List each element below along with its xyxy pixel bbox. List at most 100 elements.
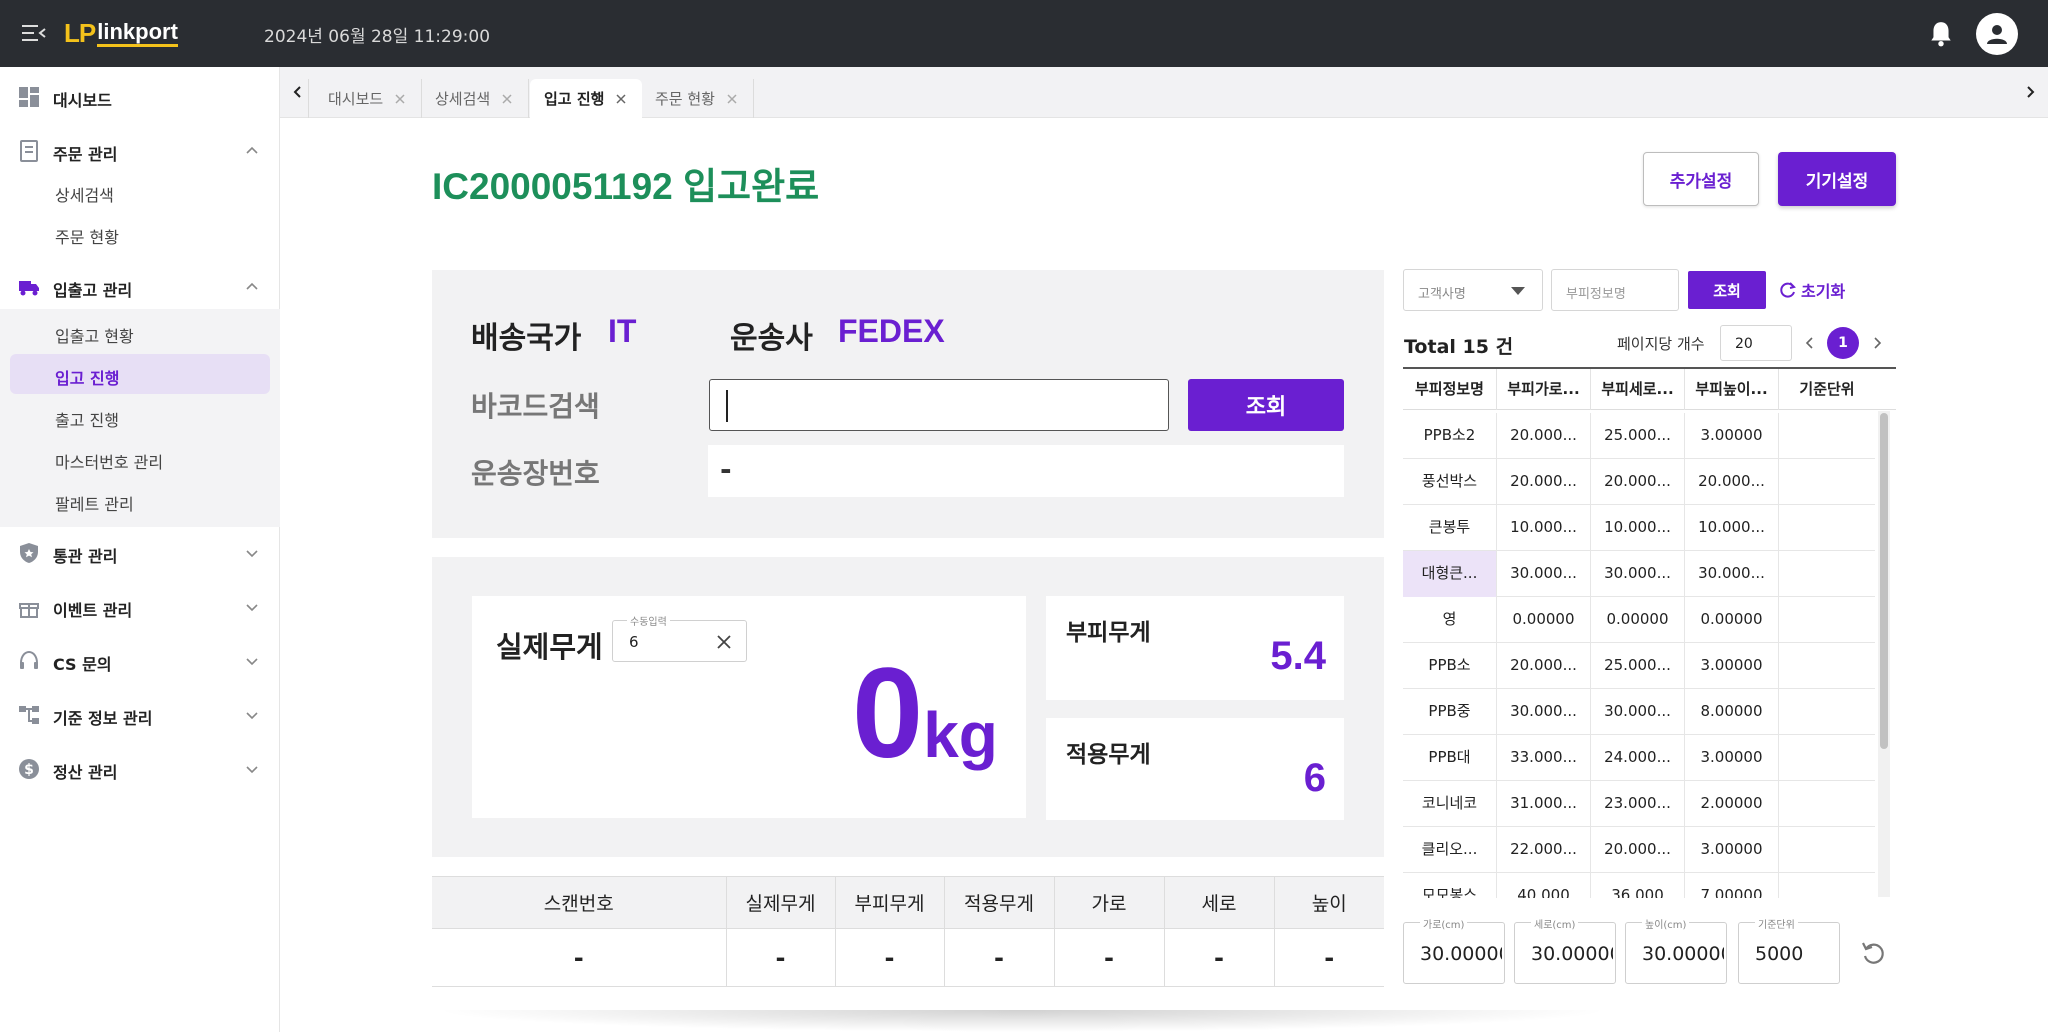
scan-table: 스캔번호 실제무게 부피무게 적용무게 가로 세로 높이 - - - - - -… — [432, 876, 1384, 987]
table-row[interactable]: 대형큰... 30.000... 30.000... 30.000... — [1403, 551, 1875, 597]
grid-cell — [1779, 735, 1875, 781]
base-unit-input[interactable]: 기준단위 5000 — [1738, 916, 1840, 984]
reset-button[interactable]: 초기화 — [1779, 278, 1845, 302]
chevron-down-icon — [246, 550, 258, 558]
sidebar-group-base-info[interactable]: 기준 정보 관리 — [0, 693, 280, 737]
tab-scroll-right-icon[interactable] — [2020, 82, 2040, 102]
table-row: - - - - - - - — [432, 928, 1384, 987]
col-volume-height[interactable]: 부피높이... — [1685, 369, 1779, 410]
dashboard-icon — [19, 87, 39, 107]
volume-weight-value: 5.4 — [1270, 634, 1326, 678]
table-row[interactable]: 모모봉스 40.000 36.000 7.00000 — [1403, 873, 1875, 898]
table-row[interactable]: PPB소 20.000... 25.000... 3.00000 — [1403, 643, 1875, 689]
close-icon[interactable] — [614, 92, 628, 106]
col-base-unit[interactable]: 기준단위 — [1779, 369, 1875, 410]
sidebar: 대시보드 주문 관리 상세검색 주문 현황 입출고 관리 입출고 현황 입고 진… — [0, 67, 280, 1032]
grid-cell: 10.000... — [1591, 505, 1685, 551]
clear-icon[interactable] — [715, 633, 733, 651]
per-page-input[interactable]: 20 — [1720, 325, 1792, 361]
grid-cell: PPB중 — [1403, 689, 1497, 735]
table-row[interactable]: 큰봉투 10.000... 10.000... 10.000... — [1403, 505, 1875, 551]
table-row[interactable]: PPB대 33.000... 24.000... 3.00000 — [1403, 735, 1875, 781]
sidebar-group-events[interactable]: 이벤트 관리 — [0, 585, 280, 629]
grid-cell: 25.000... — [1591, 413, 1685, 459]
caret-down-icon — [1511, 287, 1525, 295]
tab-dashboard[interactable]: 대시보드 — [314, 79, 423, 118]
sidebar-group-inout[interactable]: 입출고 관리 — [0, 265, 280, 309]
grid-cell: 40.000 — [1497, 873, 1591, 898]
extra-settings-button[interactable]: 추가설정 — [1643, 152, 1759, 206]
table-row[interactable]: 코니네코 31.000... 23.000... 2.00000 — [1403, 781, 1875, 827]
depth-cm-input[interactable]: 세로(cm) 30.00000 — [1514, 916, 1616, 984]
sidebar-item-outbound[interactable]: 출고 진행 — [10, 396, 270, 436]
sidebar-item-pallet[interactable]: 팔레트 관리 — [10, 480, 270, 520]
total-count: Total 15 건 — [1404, 336, 1514, 358]
volume-name-input[interactable]: 부피정보명 — [1551, 269, 1679, 311]
table-row[interactable]: 풍선박스 20.000... 20.000... 20.000... — [1403, 459, 1875, 505]
barcode-search-button[interactable]: 조회 — [1188, 379, 1344, 431]
refresh-icon — [1780, 282, 1796, 298]
volume-search-button[interactable]: 조회 — [1688, 271, 1766, 309]
grid-cell: 30.000... — [1591, 551, 1685, 597]
grid-cell: 7.00000 — [1685, 873, 1779, 898]
current-page-button[interactable]: 1 — [1827, 327, 1859, 359]
height-cm-input[interactable]: 높이(cm) 30.00000 — [1625, 916, 1727, 984]
tab-detail-search[interactable]: 상세검색 — [421, 79, 530, 118]
sidebar-item-detail-search[interactable]: 상세검색 — [10, 171, 270, 211]
grid-cell: 모모봉스 — [1403, 873, 1497, 898]
table-row[interactable]: PPB중 30.000... 30.000... 8.00000 — [1403, 689, 1875, 735]
sidebar-group-settlement[interactable]: $ 정산 관리 — [0, 747, 280, 791]
grid-cell: 20.000... — [1591, 827, 1685, 873]
chevron-up-icon — [246, 146, 258, 154]
table-row[interactable]: PPB소2 20.000... 25.000... 3.00000 — [1403, 413, 1875, 459]
sidebar-label: 대시보드 — [53, 91, 112, 110]
tab-order-status[interactable]: 주문 현황 — [641, 79, 754, 118]
grid-cell — [1779, 643, 1875, 689]
customer-select[interactable]: 고객사명 — [1403, 269, 1543, 311]
device-settings-button[interactable]: 기기설정 — [1778, 152, 1896, 206]
waybill-value-box: - — [708, 445, 1344, 497]
sidebar-item-master-number[interactable]: 마스터번호 관리 — [10, 438, 270, 478]
close-icon[interactable] — [725, 92, 739, 106]
waybill-label: 운송장번호 — [471, 457, 600, 490]
grid-cell: PPB소 — [1403, 643, 1497, 689]
tab-dashboard[interactable] — [280, 79, 309, 118]
grid-cell — [1779, 459, 1875, 505]
refresh-icon[interactable] — [1860, 940, 1886, 966]
grid-cell — [1779, 781, 1875, 827]
close-icon[interactable] — [393, 92, 407, 106]
grid-cell: 10.000... — [1685, 505, 1779, 551]
grid-scrollbar-thumb[interactable] — [1880, 413, 1888, 749]
sidebar-group-customs[interactable]: 통관 관리 — [0, 531, 280, 575]
sidebar-group-cs[interactable]: CS 문의 — [0, 639, 280, 683]
grid-header: 부피정보명 부피가로... 부피세로... 부피높이... 기준단위 — [1403, 369, 1896, 410]
logo[interactable]: LP linkport — [64, 16, 178, 50]
sidebar-group-orders[interactable]: 주문 관리 — [0, 129, 280, 173]
tab-inbound[interactable]: 입고 진행 — [530, 79, 643, 118]
grid-cell — [1779, 551, 1875, 597]
bell-icon[interactable] — [1928, 20, 1954, 48]
col-volume-width[interactable]: 부피가로... — [1497, 369, 1591, 410]
user-avatar[interactable] — [1976, 13, 2018, 55]
grid-cell: 3.00000 — [1685, 643, 1779, 689]
manual-weight-input[interactable]: 수동입력 6 — [612, 613, 747, 662]
col-volume-depth[interactable]: 부피세로... — [1591, 369, 1685, 410]
close-icon[interactable] — [500, 92, 514, 106]
table-row[interactable]: 영 0.00000 0.00000 0.00000 — [1403, 597, 1875, 643]
sidebar-item-order-status[interactable]: 주문 현황 — [10, 213, 270, 253]
menu-toggle-icon[interactable] — [22, 22, 46, 44]
barcode-input[interactable] — [709, 379, 1169, 431]
prev-page-icon[interactable] — [1800, 333, 1820, 353]
table-row[interactable]: 클리오... 22.000... 20.000... 3.00000 — [1403, 827, 1875, 873]
volume-grid: 부피정보명 부피가로... 부피세로... 부피높이... 기준단위 PPB소2… — [1403, 367, 1896, 898]
chevron-down-icon — [246, 658, 258, 666]
sidebar-item-inbound[interactable]: 입고 진행 — [10, 354, 270, 394]
col-volume-name[interactable]: 부피정보명 — [1403, 369, 1497, 410]
grid-cell: 24.000... — [1591, 735, 1685, 781]
next-page-icon[interactable] — [1867, 333, 1887, 353]
sidebar-item-inout-status[interactable]: 입출고 현황 — [10, 312, 270, 352]
width-cm-input[interactable]: 가로(cm) 30.00000 — [1403, 916, 1505, 984]
grid-cell: 25.000... — [1591, 643, 1685, 689]
applied-weight-label: 적용무게 — [1066, 742, 1151, 768]
sidebar-item-dashboard[interactable]: 대시보드 — [0, 75, 280, 119]
